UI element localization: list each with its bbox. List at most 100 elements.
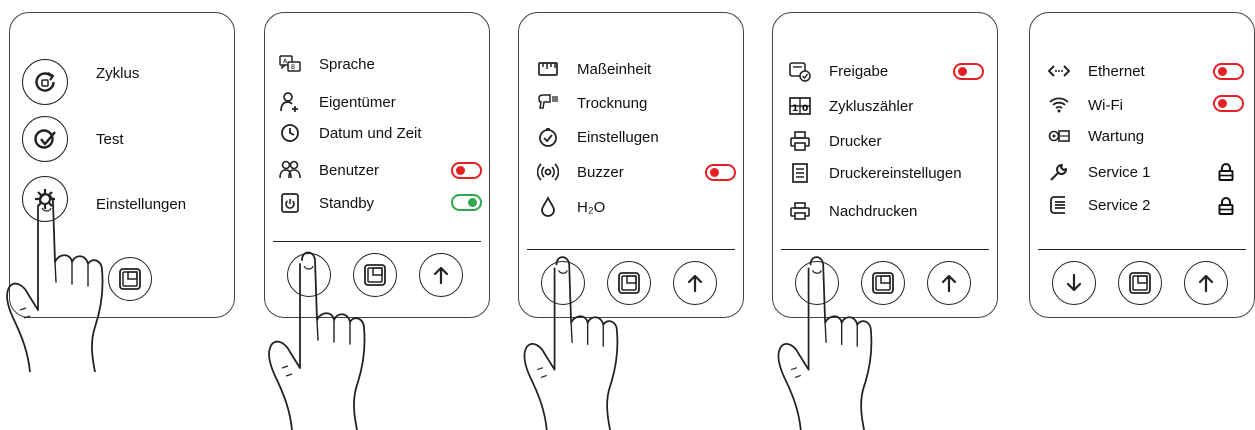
menu-item-benutzer[interactable]: Benutzer bbox=[279, 156, 379, 184]
nav-back-button[interactable] bbox=[795, 261, 839, 305]
menu-item-nachdrucken[interactable]: Nachdrucken bbox=[789, 197, 917, 225]
standby-icon bbox=[279, 192, 301, 214]
owner-add-icon bbox=[279, 91, 301, 113]
menu-item-druckereinstellugen[interactable]: Druckereinstellugen bbox=[789, 159, 962, 187]
menu-item-label: Standby bbox=[319, 194, 375, 212]
menu-item-label: Wartung bbox=[1088, 127, 1145, 145]
home-button[interactable] bbox=[353, 253, 397, 297]
menu-item-buzzer[interactable]: Buzzer bbox=[537, 158, 624, 186]
home-button[interactable] bbox=[1118, 261, 1162, 305]
ethernet-toggle[interactable] bbox=[1213, 63, 1244, 80]
test-check-icon bbox=[34, 129, 56, 149]
menu-item-label: Datum und Zeit bbox=[319, 124, 422, 142]
menu-item-label: Zykluszähler bbox=[829, 97, 914, 115]
menu-label-einstellungen: Einstellungen bbox=[96, 196, 187, 213]
menu-item-label: Maßeinheit bbox=[577, 60, 652, 78]
menu-item-masseinheit[interactable]: Maßeinheit bbox=[537, 55, 651, 83]
up-button[interactable] bbox=[1184, 261, 1228, 305]
menu-item-label: Benutzer bbox=[319, 161, 380, 179]
home-button[interactable] bbox=[108, 257, 152, 301]
arrow-down-icon bbox=[1061, 270, 1087, 296]
cycle-button[interactable] bbox=[22, 59, 68, 105]
arrow-up-icon bbox=[1193, 270, 1219, 296]
menu-item-label: Ethernet bbox=[1088, 62, 1145, 80]
ethernet-icon bbox=[1048, 60, 1070, 82]
menu-item-datum-zeit[interactable]: Datum und Zeit bbox=[279, 119, 422, 147]
up-button[interactable] bbox=[673, 261, 717, 305]
home-window-icon bbox=[1127, 270, 1153, 296]
menu-item-eigentuemer[interactable]: Eigentümer bbox=[279, 88, 396, 116]
menu-item-label: Buzzer bbox=[577, 163, 624, 181]
menu-item-zykluszaehler[interactable]: 10 Zykluszähler bbox=[789, 92, 913, 120]
menu-item-label: Service 2 bbox=[1088, 196, 1151, 214]
counter-icon: 10 bbox=[789, 95, 811, 117]
lock-icon bbox=[1217, 196, 1235, 216]
menu-item-service-2[interactable]: Service 2 bbox=[1048, 191, 1151, 219]
menu-item-drucker[interactable]: Drucker bbox=[789, 127, 882, 155]
dryer-icon bbox=[537, 92, 559, 114]
home-window-icon bbox=[616, 270, 642, 296]
standby-toggle[interactable] bbox=[451, 194, 482, 211]
menu-item-label: Trocknung bbox=[577, 94, 648, 112]
benutzer-toggle[interactable] bbox=[451, 162, 482, 179]
clock-icon bbox=[279, 122, 301, 144]
nav-back-button[interactable] bbox=[541, 261, 585, 305]
service-icon bbox=[1048, 194, 1070, 216]
menu-item-wartung[interactable]: Wartung bbox=[1048, 122, 1144, 150]
home-button[interactable] bbox=[861, 261, 905, 305]
freigabe-toggle[interactable] bbox=[953, 63, 984, 80]
arrow-up-icon bbox=[682, 270, 708, 296]
language-icon: AB bbox=[279, 53, 301, 75]
down-button[interactable] bbox=[1052, 261, 1096, 305]
home-window-icon bbox=[870, 270, 896, 296]
printer-settings-icon bbox=[789, 162, 811, 184]
printer-icon bbox=[789, 130, 811, 152]
home-window-icon bbox=[117, 266, 143, 292]
wrench-icon bbox=[1048, 161, 1070, 183]
lock-icon bbox=[1217, 162, 1235, 182]
svg-text:1: 1 bbox=[792, 104, 798, 114]
menu-item-wifi[interactable]: Wi-Fi bbox=[1048, 91, 1123, 119]
users-icon bbox=[279, 159, 301, 181]
arrow-up-icon bbox=[428, 262, 454, 288]
divider bbox=[273, 241, 481, 242]
menu-item-label: Freigabe bbox=[829, 62, 889, 80]
menu-item-label: Sprache bbox=[319, 55, 375, 73]
menu-item-label: Service 1 bbox=[1088, 163, 1151, 181]
test-button[interactable] bbox=[22, 116, 68, 162]
buzzer-toggle[interactable] bbox=[705, 164, 736, 181]
panel-main-menu: Zyklus Test Einstellungen bbox=[9, 12, 235, 318]
menu-item-service-1[interactable]: Service 1 bbox=[1048, 158, 1151, 186]
cycle-icon bbox=[35, 72, 55, 92]
menu-item-label: Nachdrucken bbox=[829, 202, 918, 220]
settings-button[interactable] bbox=[22, 176, 68, 222]
settings-gear-icon bbox=[35, 189, 55, 209]
buzzer-icon bbox=[537, 161, 559, 183]
menu-item-trocknung[interactable]: Trocknung bbox=[537, 89, 647, 117]
divider bbox=[527, 249, 735, 250]
panel-settings-1: AB Sprache Eigentümer Datum und Zeit Ben… bbox=[264, 12, 490, 318]
water-drop-icon bbox=[537, 196, 559, 218]
divider bbox=[1038, 249, 1246, 250]
home-window-icon bbox=[362, 262, 388, 288]
menu-item-freigabe[interactable]: Freigabe bbox=[789, 57, 888, 85]
menu-item-ethernet[interactable]: Ethernet bbox=[1048, 57, 1145, 85]
divider bbox=[781, 249, 989, 250]
home-button[interactable] bbox=[607, 261, 651, 305]
menu-item-label: Wi-Fi bbox=[1088, 96, 1123, 114]
menu-item-label: H₂O bbox=[577, 198, 606, 216]
svg-text:B: B bbox=[291, 64, 295, 71]
up-button[interactable] bbox=[927, 261, 971, 305]
release-icon bbox=[789, 60, 811, 82]
menu-item-einstellugen[interactable]: Einstellugen bbox=[537, 123, 659, 151]
menu-item-standby[interactable]: Standby bbox=[279, 189, 374, 217]
nav-back-button[interactable] bbox=[287, 253, 331, 297]
menu-item-h2o[interactable]: H₂O bbox=[537, 193, 605, 221]
menu-item-label: Drucker bbox=[829, 132, 882, 150]
panel-settings-2: Maßeinheit Trocknung Einstellugen Buzzer… bbox=[518, 12, 744, 318]
maintenance-icon bbox=[1048, 125, 1070, 147]
menu-item-sprache[interactable]: AB Sprache bbox=[279, 50, 375, 78]
wifi-toggle[interactable] bbox=[1213, 95, 1244, 112]
up-button[interactable] bbox=[419, 253, 463, 297]
wifi-icon bbox=[1048, 94, 1070, 116]
